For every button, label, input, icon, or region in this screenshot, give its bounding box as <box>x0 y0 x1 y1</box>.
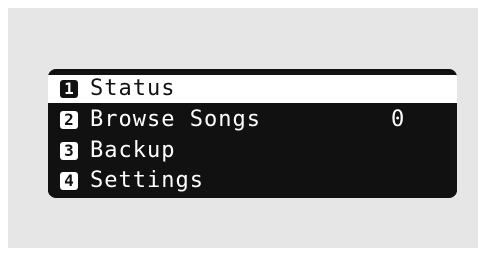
song-count-value: 0 <box>391 107 405 132</box>
menu-item-label: Backup <box>90 138 176 163</box>
menu-item-browse-songs[interactable]: 2 Browse Songs 0 <box>48 106 457 134</box>
menu-item-label: Status <box>90 76 176 101</box>
menu-item-settings[interactable]: 4 Settings <box>48 167 457 195</box>
menu-item-status[interactable]: 1 Status <box>48 75 457 103</box>
menu-item-label: Browse Songs <box>90 107 261 132</box>
number-1-badge: 1 <box>60 80 78 98</box>
menu-item-backup[interactable]: 3 Backup <box>48 137 457 165</box>
lcd-menu-screen: 1 Status 2 Browse Songs 0 3 Backup 4 Set… <box>48 69 457 198</box>
number-2-badge: 2 <box>60 111 78 129</box>
menu-item-label: Settings <box>90 168 204 193</box>
number-4-badge: 4 <box>60 172 78 190</box>
number-3-badge: 3 <box>60 142 78 160</box>
